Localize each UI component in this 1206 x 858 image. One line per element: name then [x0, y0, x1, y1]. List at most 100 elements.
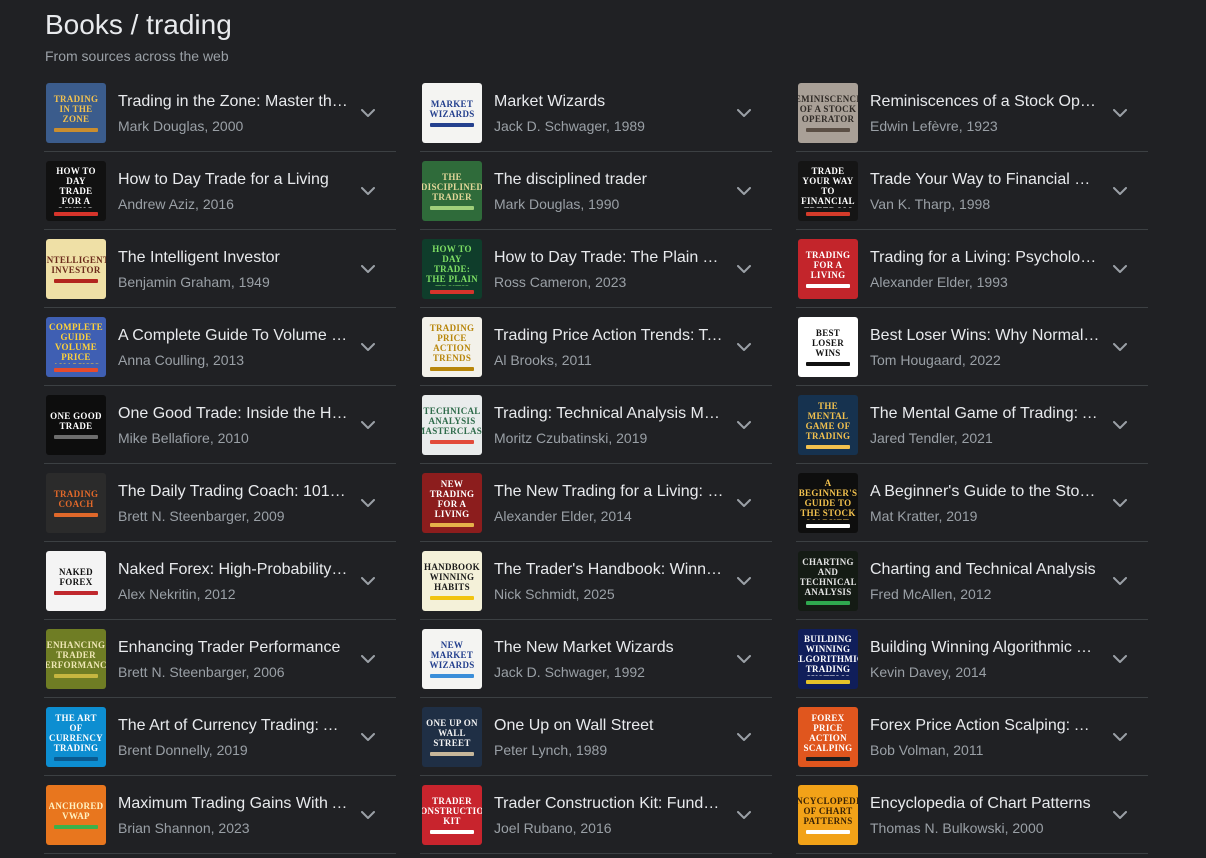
chevron-down-icon[interactable]: [358, 415, 378, 435]
book-title[interactable]: The Daily Trading Coach: 101 Lessons for…: [118, 482, 348, 502]
book-row[interactable]: A BEGINNER'S GUIDE TO THE STOCK MARKET A …: [796, 464, 1148, 542]
chevron-down-icon[interactable]: [1110, 805, 1130, 825]
book-title[interactable]: Trader Construction Kit: Fundamentals of…: [494, 794, 724, 814]
book-row[interactable]: TRADING PRICE ACTION TRENDS Trading Price…: [420, 308, 772, 386]
chevron-down-icon[interactable]: [734, 337, 754, 357]
book-title[interactable]: One Up on Wall Street: [494, 716, 724, 736]
chevron-down-icon[interactable]: [1110, 493, 1130, 513]
book-title[interactable]: Reminiscences of a Stock Operator: [870, 92, 1100, 112]
book-row[interactable]: HANDBOOK WINNING HABITS The Trader's Hand…: [420, 542, 772, 620]
book-cover: THE MENTAL GAME OF TRADING: [798, 395, 858, 455]
book-cover-text: How to Day Trade: The Plain Truth: [426, 244, 478, 286]
book-row[interactable]: BUILDING WINNING ALGORITHMIC TRADING SYS…: [796, 620, 1148, 698]
chevron-down-icon[interactable]: [358, 649, 378, 669]
book-cover-band: [430, 290, 474, 294]
book-row[interactable]: ONE GOOD TRADE One Good Trade: Inside the…: [44, 386, 396, 464]
book-row[interactable]: THE MENTAL GAME OF TRADING The Mental Gam…: [796, 386, 1148, 464]
chevron-down-icon[interactable]: [734, 649, 754, 669]
book-title[interactable]: Naked Forex: High-Probability Techniques…: [118, 560, 348, 580]
book-title[interactable]: Market Wizards: [494, 92, 724, 112]
book-title[interactable]: The Art of Currency Trading: A Professio…: [118, 716, 348, 736]
book-title[interactable]: Maximum Trading Gains With Anchored VWAP: [118, 794, 348, 814]
book-cover: TECHNICAL ANALYSIS MASTERCLASS: [422, 395, 482, 455]
book-title[interactable]: One Good Trade: Inside the Highly Compet…: [118, 404, 348, 424]
book-row[interactable]: TRADING FOR A LIVING Trading for a Living…: [796, 230, 1148, 308]
book-row[interactable]: CHARTING AND TECHNICAL ANALYSIS Charting …: [796, 542, 1148, 620]
book-row[interactable]: INTELLIGENT INVESTOR The Intelligent Inve…: [44, 230, 396, 308]
book-title[interactable]: Trading for a Living: Psychology, Tradin…: [870, 248, 1100, 268]
book-title[interactable]: Trading Price Action Trends: Technical A…: [494, 326, 724, 346]
chevron-down-icon[interactable]: [734, 805, 754, 825]
book-cover-text: FOREX PRICE ACTION SCALPING: [803, 713, 853, 753]
book-title[interactable]: A Beginner's Guide to the Stock Market: [870, 482, 1100, 502]
book-cover-band: [430, 367, 474, 371]
book-row[interactable]: TRADING COACH The Daily Trading Coach: 10…: [44, 464, 396, 542]
book-title[interactable]: Enhancing Trader Performance: [118, 638, 348, 658]
chevron-down-icon[interactable]: [358, 805, 378, 825]
book-author-year: Brett N. Steenbarger, 2006: [118, 664, 285, 680]
chevron-down-icon[interactable]: [1110, 103, 1130, 123]
book-row[interactable]: THE ART OF CURRENCY TRADING The Art of Cu…: [44, 698, 396, 776]
book-row[interactable]: How to Day Trade: The Plain Truth How to …: [420, 230, 772, 308]
chevron-down-icon[interactable]: [358, 337, 378, 357]
book-row[interactable]: NEW TRADING FOR A LIVING The New Trading …: [420, 464, 772, 542]
chevron-down-icon[interactable]: [734, 103, 754, 123]
book-title[interactable]: The disciplined trader: [494, 170, 724, 190]
chevron-down-icon[interactable]: [734, 259, 754, 279]
book-row[interactable]: NEW MARKET WIZARDS The New Market Wizards…: [420, 620, 772, 698]
book-row[interactable]: BEST LOSER WINS Best Loser Wins: Why Norm…: [796, 308, 1148, 386]
chevron-down-icon[interactable]: [1110, 727, 1130, 747]
book-cover-text: TRADING COACH: [53, 489, 99, 509]
book-cover: How to Day Trade: The Plain Truth: [422, 239, 482, 299]
chevron-down-icon[interactable]: [1110, 259, 1130, 279]
book-title[interactable]: Charting and Technical Analysis: [870, 560, 1100, 580]
chevron-down-icon[interactable]: [358, 181, 378, 201]
book-row[interactable]: TRADE YOUR WAY TO FINANCIAL FREEDOM Trade…: [796, 152, 1148, 230]
chevron-down-icon[interactable]: [358, 493, 378, 513]
chevron-down-icon[interactable]: [1110, 181, 1130, 201]
book-row[interactable]: How to Day Trade for a Living How to Day …: [44, 152, 396, 230]
chevron-down-icon[interactable]: [358, 571, 378, 591]
chevron-down-icon[interactable]: [734, 727, 754, 747]
book-title[interactable]: Building Winning Algorithmic Trading Sys…: [870, 638, 1100, 658]
book-title[interactable]: The New Trading for a Living: Psychology…: [494, 482, 724, 502]
chevron-down-icon[interactable]: [1110, 337, 1130, 357]
book-row[interactable]: FOREX PRICE ACTION SCALPING Forex Price A…: [796, 698, 1148, 776]
book-row[interactable]: naked forex Naked Forex: High-Probability…: [44, 542, 396, 620]
chevron-down-icon[interactable]: [1110, 415, 1130, 435]
book-title[interactable]: The Intelligent Investor: [118, 248, 348, 268]
book-title[interactable]: A Complete Guide To Volume Price Analysi…: [118, 326, 348, 346]
book-row[interactable]: THE DISCIPLINED TRADER The disciplined tr…: [420, 152, 772, 230]
book-title[interactable]: Encyclopedia of Chart Patterns: [870, 794, 1100, 814]
chevron-down-icon[interactable]: [734, 181, 754, 201]
book-title[interactable]: Trade Your Way to Financial Freedom: [870, 170, 1100, 190]
book-row[interactable]: ENCYCLOPEDIA OF CHART PATTERNS Encycloped…: [796, 776, 1148, 854]
book-row[interactable]: TRADING IN THE ZONE Trading in the Zone: …: [44, 74, 396, 152]
book-row[interactable]: TRADER CONSTRUCTION KIT Trader Constructi…: [420, 776, 772, 854]
chevron-down-icon[interactable]: [1110, 571, 1130, 591]
book-row[interactable]: ONE UP ON WALL STREET One Up on Wall Stre…: [420, 698, 772, 776]
chevron-down-icon[interactable]: [358, 727, 378, 747]
book-title[interactable]: How to Day Trade for a Living: [118, 170, 348, 190]
book-title[interactable]: The Trader's Handbook: Winning Habits an…: [494, 560, 724, 580]
book-title[interactable]: Trading in the Zone: Master the Market w…: [118, 92, 348, 112]
book-row[interactable]: MARKET WIZARDS Market Wizards Jack D. Schw…: [420, 74, 772, 152]
book-row[interactable]: Reminiscences of a Stock Operator Reminis…: [796, 74, 1148, 152]
book-title[interactable]: Trading: Technical Analysis Masterclass:…: [494, 404, 724, 424]
book-title[interactable]: The Mental Game of Trading: A System for…: [870, 404, 1100, 424]
book-row[interactable]: ANCHORED VWAP Maximum Trading Gains With …: [44, 776, 396, 854]
chevron-down-icon[interactable]: [358, 259, 378, 279]
book-row[interactable]: Complete Guide Volume Price Analysis A Co…: [44, 308, 396, 386]
chevron-down-icon[interactable]: [734, 493, 754, 513]
book-title[interactable]: Forex Price Action Scalping: An In-Depth…: [870, 716, 1100, 736]
chevron-down-icon[interactable]: [734, 571, 754, 591]
book-title[interactable]: The New Market Wizards: [494, 638, 724, 658]
book-cover: INTELLIGENT INVESTOR: [46, 239, 106, 299]
book-title[interactable]: Best Loser Wins: Why Normal Thinking Nev…: [870, 326, 1100, 346]
chevron-down-icon[interactable]: [1110, 649, 1130, 669]
book-row[interactable]: ENHANCING TRADER PERFORMANCE Enhancing Tr…: [44, 620, 396, 698]
chevron-down-icon[interactable]: [734, 415, 754, 435]
book-row[interactable]: TECHNICAL ANALYSIS MASTERCLASS Trading: T…: [420, 386, 772, 464]
book-title[interactable]: How to Day Trade: The Plain Truth: [494, 248, 724, 268]
chevron-down-icon[interactable]: [358, 103, 378, 123]
